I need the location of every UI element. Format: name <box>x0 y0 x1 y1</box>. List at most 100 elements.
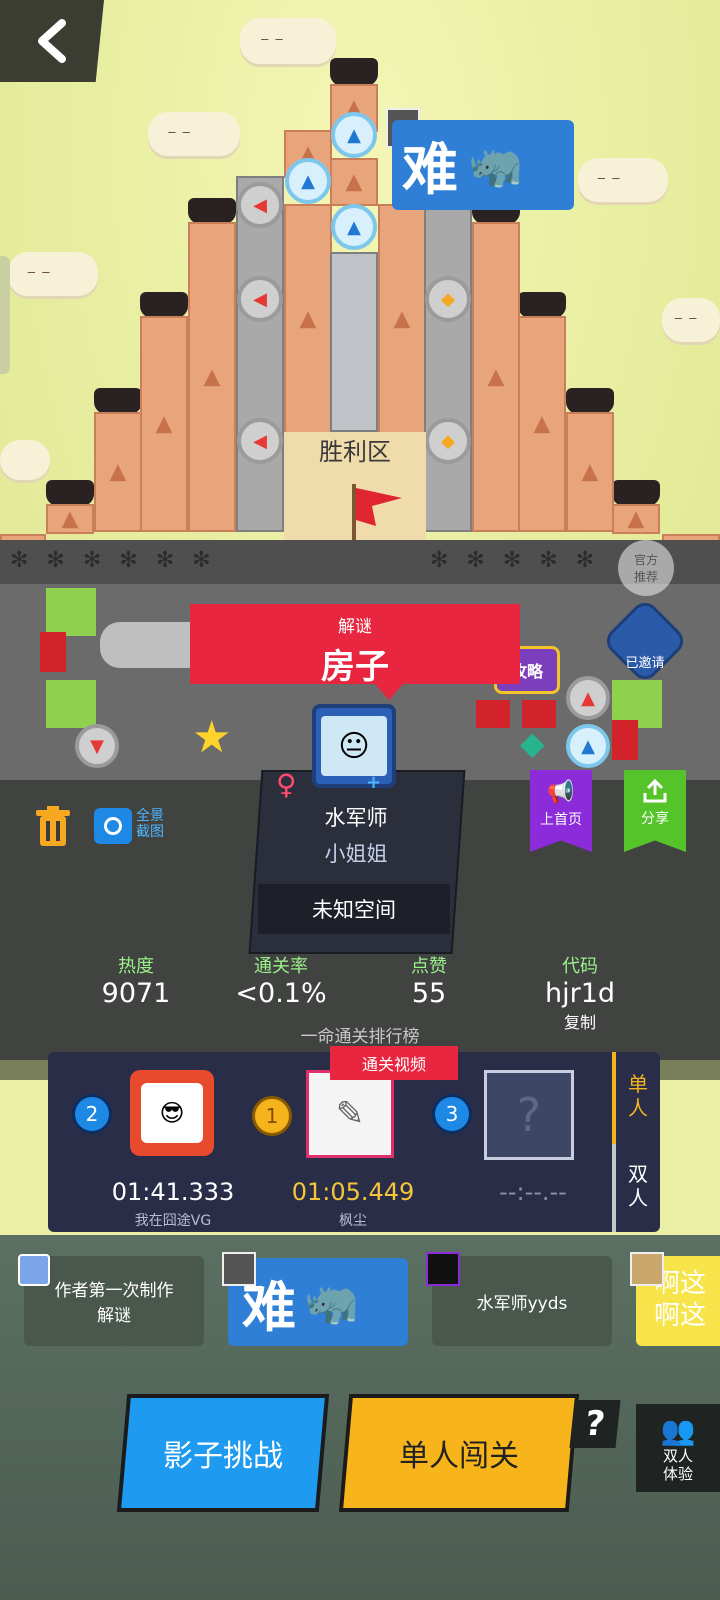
rank-2-name: 我在囧途VG <box>134 1213 212 1229</box>
author-name: 水军师 <box>324 806 388 830</box>
gem-icon: ◆ <box>520 724 545 762</box>
tab-double[interactable]: 双 人 <box>620 1162 656 1210</box>
difficulty-badge: 难 🦏 <box>392 120 574 210</box>
duo-try-label: 双人 体验 <box>662 1446 693 1483</box>
rank-3-time: --:--.-- <box>499 1178 567 1206</box>
brick-column <box>140 316 188 532</box>
rhino-sticker-icon: 🦏 <box>468 140 523 191</box>
brick-block <box>46 504 94 534</box>
level-title-card: 解谜 房子 <box>190 604 520 700</box>
red-gear-icon: ◀ <box>253 288 267 310</box>
stat-likes-label: 点赞 <box>411 956 447 977</box>
metal-column <box>330 252 378 432</box>
yellow-gear-icon: ◆ <box>441 288 455 310</box>
brick-column <box>518 316 566 532</box>
stats-row: 热度 9071 通关率 <0.1% 点赞 55 代码 hjr1d 复制 <box>96 952 616 1032</box>
red-gear-icon: ◀ <box>253 194 267 216</box>
tar-drip <box>518 292 566 318</box>
tar-drip <box>140 292 188 318</box>
stat-clear-rate-value: <0.1% <box>235 978 327 1009</box>
tar-drip <box>94 388 142 414</box>
rank-1-time: 01:05.449 <box>291 1178 415 1206</box>
author-space: 未知空间 <box>258 884 450 934</box>
clear-video-button[interactable]: 通关视频 <box>330 1046 458 1080</box>
comment-chip[interactable]: 作者第一次制作 解谜 <box>24 1256 204 1346</box>
stat-code-value[interactable]: hjr1d <box>532 978 628 1009</box>
face-avatar-icon: 😎 <box>141 1083 203 1143</box>
stone-pillar <box>424 176 472 532</box>
tar-drip <box>46 480 94 506</box>
tab-single[interactable]: 单 人 <box>620 1072 656 1120</box>
tnt-barrel <box>612 720 638 760</box>
brick-block <box>612 504 660 534</box>
trash-icon[interactable] <box>34 806 72 848</box>
rhino-sticker-icon: 🦏 <box>304 1277 359 1328</box>
brick-column <box>378 204 426 434</box>
brick-column <box>472 222 520 532</box>
screenshot-label[interactable]: 全景 截图 <box>136 808 164 840</box>
copy-code-button[interactable]: 复制 <box>532 1009 628 1033</box>
duo-try-button[interactable]: 👥 双人 体验 <box>636 1404 720 1492</box>
player-avatar[interactable]: 😎 <box>130 1070 214 1156</box>
level-preview-pyramid: ◀ ◀ ◀ ◆ ◆ ▲ ▲ ▲ 胜利区 <box>0 0 720 580</box>
home-feature-label: 上首页 <box>540 812 582 828</box>
brick-column <box>566 412 614 532</box>
blue-switch-icon: ▲ <box>347 216 361 238</box>
brick-block <box>330 158 378 206</box>
tar-drip <box>566 388 614 414</box>
author-title: 小姐姐 <box>324 842 388 866</box>
solo-play-label: 单人闯关 <box>399 1439 519 1474</box>
red-flag-icon <box>356 488 402 526</box>
help-button[interactable]: ? <box>569 1400 621 1448</box>
female-icon: ♀ <box>276 768 297 801</box>
level-title: 房子 <box>321 647 389 687</box>
commenter-avatar <box>426 1252 460 1286</box>
bald-hero-avatar-icon: 😐 <box>321 716 387 776</box>
difficulty-label: 难 <box>402 137 458 203</box>
rank-1-name: 枫尘 <box>339 1213 367 1229</box>
player-avatar[interactable]: ✎ <box>306 1070 394 1158</box>
stat-clear-rate-label: 通关率 <box>254 956 308 977</box>
red-gear-icon: ▼ <box>90 735 104 757</box>
tnt-barrel <box>40 632 66 672</box>
rank-badge-2: 2 <box>72 1094 112 1134</box>
brick-column <box>188 222 236 532</box>
invited-label: 已邀请 <box>625 656 665 671</box>
stat-code-label: 代码 <box>562 956 598 977</box>
share-icon <box>643 778 667 803</box>
rank-2-time: 01:41.333 <box>111 1178 235 1206</box>
two-people-icon: 👥 <box>660 1413 696 1447</box>
leaderboard-title: 一命通关排行榜 <box>300 1027 420 1047</box>
tar-drip <box>612 480 660 506</box>
rank-badge-1: 1 <box>252 1096 292 1136</box>
plus-icon: + <box>366 772 382 793</box>
commenter-avatar <box>18 1254 50 1286</box>
share-label: 分享 <box>641 811 669 827</box>
megaphone-icon: 📢 <box>547 780 575 805</box>
solo-play-button[interactable]: 单人闯关 <box>338 1394 580 1512</box>
red-gear-icon: ▲ <box>581 687 595 709</box>
brick-column <box>284 204 332 434</box>
leaderboard-panel: 2 😎 01:41.333 我在囧途VG 1 ✎ 通关视频 01:05.449 … <box>48 1046 660 1232</box>
red-gear-icon: ◀ <box>253 430 267 452</box>
stat-heat-value: 9071 <box>101 978 171 1009</box>
commenter-avatar <box>222 1252 256 1286</box>
yellow-gear-icon: ◆ <box>441 430 455 452</box>
question-mark-icon: ? <box>516 1088 542 1142</box>
shadow-challenge-button[interactable]: 影子挑战 <box>116 1394 330 1512</box>
shadow-challenge-label: 影子挑战 <box>163 1439 283 1474</box>
empty-avatar: ? <box>484 1070 574 1160</box>
rank-badge-3: 3 <box>432 1094 472 1134</box>
tar-drip <box>330 58 378 86</box>
blue-switch-icon: ▲ <box>581 735 595 757</box>
stat-likes-value: 55 <box>411 978 447 1009</box>
share-button[interactable]: 分享 <box>624 770 686 852</box>
thorn-row: ✻✻✻✻✻✻ <box>10 548 229 573</box>
home-feature-button[interactable]: 📢 上首页 <box>530 770 592 852</box>
tnt-barrel <box>476 700 510 728</box>
author-avatar[interactable]: 😐 <box>312 704 396 788</box>
brick-column <box>94 412 142 532</box>
blue-switch-icon: ▲ <box>347 124 361 146</box>
level-category: 解谜 <box>338 617 372 637</box>
camera-icon[interactable] <box>94 808 132 844</box>
